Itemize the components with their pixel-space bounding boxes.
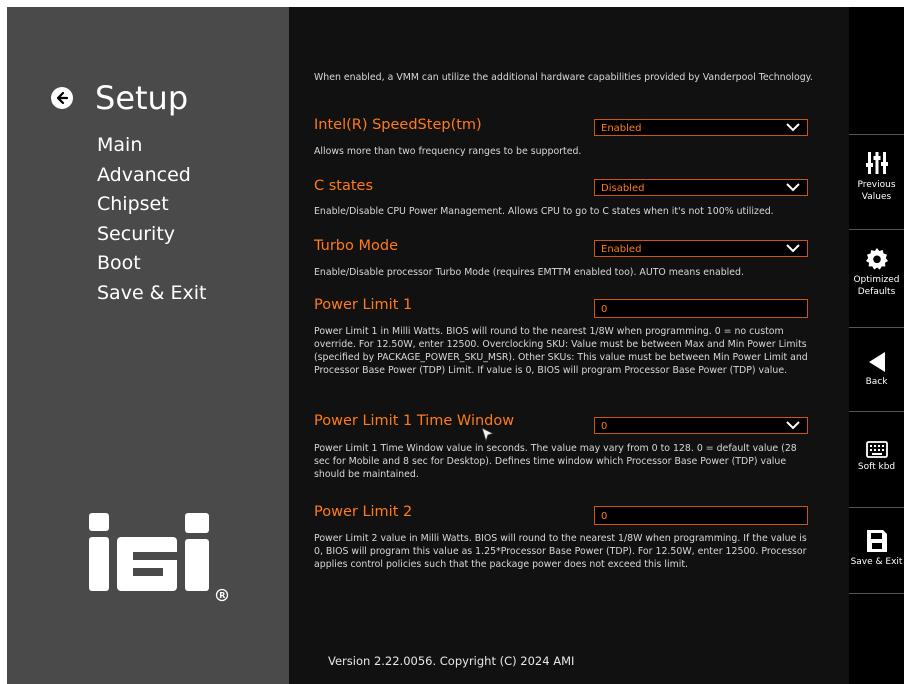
- power-limit-1-time-window-select[interactable]: 0: [594, 417, 808, 434]
- power-limit-2-title: Power Limit 2: [314, 504, 413, 520]
- chevron-down-icon: [786, 421, 800, 430]
- iei-logo: R: [89, 513, 239, 607]
- c-states-description: Enable/Disable CPU Power Management. All…: [314, 206, 774, 217]
- save-icon: [866, 530, 887, 552]
- speedstep-title: Intel(R) SpeedStep(tm): [314, 117, 482, 133]
- settings-panel: When enabled, a VMM can utilize the addi…: [289, 7, 849, 684]
- speedstep-select[interactable]: Enabled: [594, 119, 808, 136]
- back-button[interactable]: Back: [849, 351, 904, 388]
- save-exit-button[interactable]: Save & Exit: [849, 529, 904, 568]
- back-label: Back: [865, 377, 888, 387]
- c-states-title: C states: [314, 178, 374, 194]
- c-states-value: Disabled: [601, 183, 645, 194]
- vmx-description: When enabled, a VMM can utilize the addi…: [314, 72, 813, 83]
- c-states-select[interactable]: Disabled: [594, 179, 808, 196]
- nav-item-save-exit[interactable]: Save & Exit: [97, 279, 207, 309]
- nav-item-boot[interactable]: Boot: [97, 249, 207, 279]
- mouse-cursor-icon: [481, 427, 495, 443]
- toolbar-divider: [849, 507, 904, 508]
- bios-setup-window: Setup Main Advanced Chipset Security Boo…: [7, 7, 904, 684]
- previous-values-label-1: Previous: [857, 180, 896, 190]
- power-limit-1-title: Power Limit 1: [314, 297, 413, 313]
- toolbar-divider: [849, 593, 904, 594]
- previous-values-button[interactable]: Previous Values: [849, 150, 904, 203]
- time-window-value: 0: [601, 421, 608, 432]
- optimized-defaults-button[interactable]: Optimized Defaults: [849, 247, 904, 298]
- power-limit-2-description: Power Limit 2 value in Milli Watts. BIOS…: [314, 533, 807, 570]
- nav-item-main[interactable]: Main: [97, 131, 207, 161]
- chevron-down-icon: [786, 123, 800, 132]
- turbo-mode-title: Turbo Mode: [314, 238, 398, 254]
- back-arrow-icon[interactable]: [51, 87, 73, 109]
- power-limit-2-input[interactable]: 0: [594, 506, 808, 525]
- toolbar-divider: [849, 411, 904, 412]
- optimized-defaults-label-1: Optimized: [853, 275, 900, 285]
- chevron-down-icon: [786, 244, 800, 253]
- optimized-defaults-label-2: Defaults: [857, 287, 896, 297]
- nav-item-security[interactable]: Security: [97, 220, 207, 250]
- keyboard-icon: [865, 441, 888, 458]
- nav-item-advanced[interactable]: Advanced: [97, 161, 207, 191]
- gear-icon: [865, 248, 888, 270]
- toolbar-divider: [849, 229, 904, 230]
- power-limit-1-input[interactable]: 0: [594, 299, 808, 318]
- previous-values-label-2: Values: [861, 192, 892, 202]
- sliders-icon: [865, 152, 888, 174]
- nav-menu: Main Advanced Chipset Security Boot Save…: [97, 131, 207, 308]
- turbo-mode-value: Enabled: [601, 244, 642, 255]
- time-window-description: Power Limit 1 Time Window value in secon…: [314, 443, 797, 480]
- setup-title: Setup: [95, 79, 189, 117]
- toolbar-divider: [849, 327, 904, 328]
- version-copyright: Version 2.22.0056. Copyright (C) 2024 AM…: [328, 654, 575, 668]
- soft-keyboard-button[interactable]: Soft kbd: [849, 441, 904, 473]
- back-triangle-icon: [868, 352, 885, 372]
- turbo-mode-description: Enable/Disable processor Turbo Mode (req…: [314, 267, 744, 278]
- svg-text:R: R: [219, 591, 225, 600]
- speedstep-description: Allows more than two frequency ranges to…: [314, 146, 582, 157]
- nav-item-chipset[interactable]: Chipset: [97, 190, 207, 220]
- right-toolbar: Previous Values Optimized Defaults Back: [849, 7, 904, 684]
- speedstep-value: Enabled: [601, 123, 642, 134]
- left-navigation-panel: Setup Main Advanced Chipset Security Boo…: [7, 7, 289, 684]
- power-limit-1-description: Power Limit 1 in Milli Watts. BIOS will …: [314, 326, 808, 376]
- toolbar-divider: [849, 134, 904, 135]
- turbo-mode-select[interactable]: Enabled: [594, 240, 808, 257]
- save-exit-label: Save & Exit: [850, 557, 903, 567]
- soft-kbd-label: Soft kbd: [857, 462, 896, 472]
- chevron-down-icon: [786, 183, 800, 192]
